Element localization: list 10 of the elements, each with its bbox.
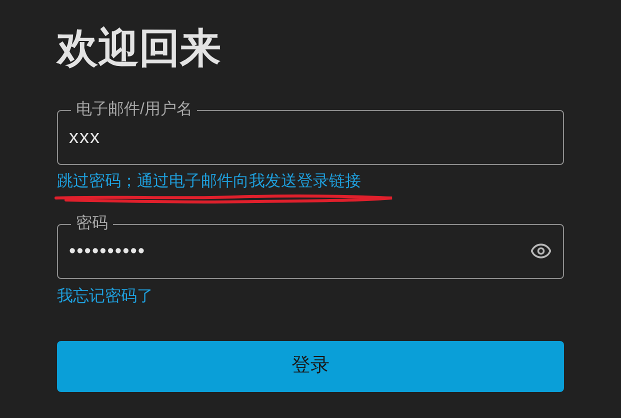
page-title: 欢迎回来 xyxy=(57,23,222,74)
field-label: 电子邮件/用户名 xyxy=(75,100,194,120)
forgot-password-link[interactable]: 我忘记密码了 xyxy=(57,285,153,309)
field-value[interactable]: •••••••••• xyxy=(69,234,530,268)
magic-link[interactable]: 跳过密码；通过电子邮件向我发送登录链接 xyxy=(57,170,361,194)
field-value[interactable]: xxx xyxy=(69,120,552,154)
login-button[interactable]: 登录 xyxy=(57,341,564,392)
field-label: 密码 xyxy=(75,214,109,234)
email-field[interactable]: 电子邮件/用户名 xxx xyxy=(57,100,564,165)
password-field[interactable]: 密码 •••••••••• xyxy=(57,214,564,279)
